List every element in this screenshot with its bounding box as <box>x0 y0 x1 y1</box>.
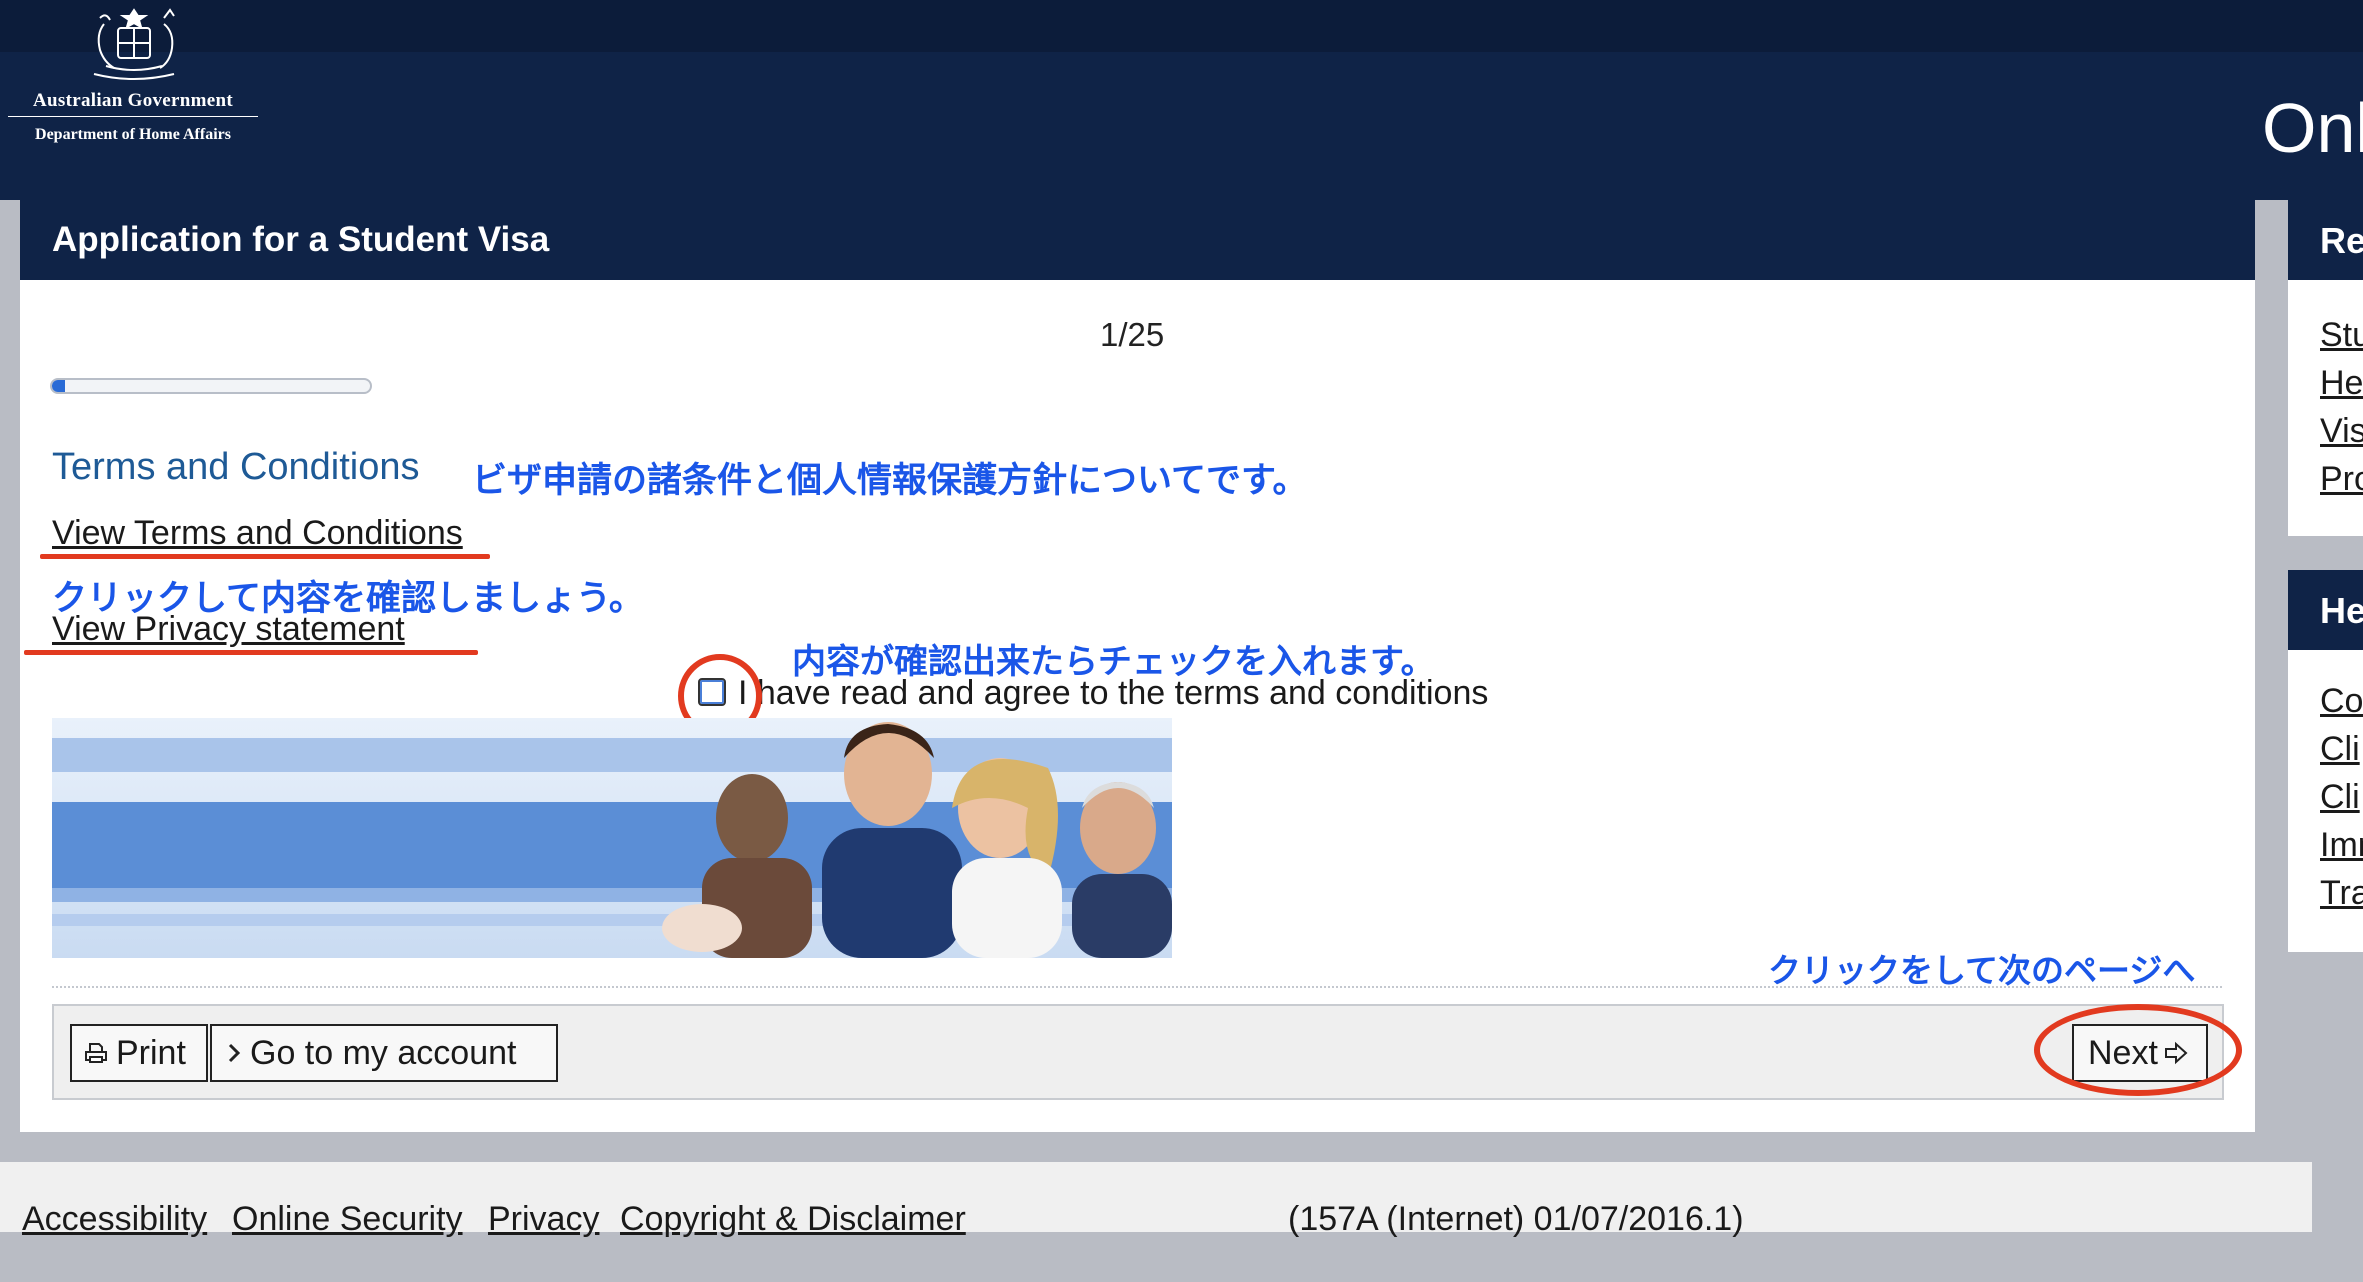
chevron-right-icon <box>226 1041 242 1065</box>
printer-icon <box>84 1041 108 1065</box>
sidebar-link[interactable]: He <box>2320 364 2363 403</box>
site-title: Onl <box>2262 89 2363 167</box>
footer-link-copyright[interactable]: Copyright & Disclaimer <box>620 1200 966 1239</box>
version-text: (157A (Internet) 01/07/2016.1) <box>1288 1200 1744 1238</box>
print-button[interactable]: Print <box>70 1024 208 1082</box>
annotation-heading-note: ビザ申請の諸条件と個人情報保護方針についてです。 <box>472 461 1308 500</box>
view-privacy-link[interactable]: View Privacy statement <box>52 610 405 649</box>
sidebar-panel-help-header: He <box>2288 570 2363 650</box>
highlight-circle-next <box>2034 1004 2242 1096</box>
view-terms-link[interactable]: View Terms and Conditions <box>52 514 463 553</box>
sidebar-link[interactable]: Cli <box>2320 778 2360 817</box>
page-counter: 1/25 <box>1100 316 1165 353</box>
annotation-next-note: クリックをして次のページへ <box>1768 952 2196 989</box>
footer: Accessibility Online Security Privacy Co… <box>0 1162 2312 1238</box>
sidebar-link[interactable]: Vis <box>2320 412 2363 451</box>
button-bar: Print Go to my account Next <box>52 1004 2224 1100</box>
form-title: Application for a Student Visa <box>52 220 550 259</box>
section-heading: Terms and Conditions <box>52 446 420 488</box>
government-logo: Australian Government Department of Home… <box>8 4 258 154</box>
top-banner-strip <box>0 0 2363 52</box>
sidebar-panel-help-title: He <box>2320 590 2363 631</box>
sidebar-link[interactable]: Pro <box>2320 460 2363 499</box>
sidebar-panel-help: He Co Cli Cli Imm Tra <box>2288 570 2363 952</box>
sidebar-panel-related-title: Re <box>2320 220 2363 261</box>
coat-of-arms-icon <box>93 8 175 80</box>
footer-link-online-security[interactable]: Online Security <box>232 1200 463 1239</box>
banner-image <box>52 718 1172 958</box>
banner-people-illustration <box>52 718 1172 958</box>
highlight-underline-privacy <box>24 650 478 655</box>
footer-link-accessibility[interactable]: Accessibility <box>22 1200 207 1239</box>
sidebar-link[interactable]: Co <box>2320 682 2363 721</box>
highlight-underline-terms <box>40 554 490 559</box>
form-header-bar: Application for a Student Visa <box>20 200 2255 280</box>
go-to-account-button[interactable]: Go to my account <box>210 1024 558 1082</box>
footer-link-privacy[interactable]: Privacy <box>488 1200 599 1239</box>
sidebar-panel-related-header: Re <box>2288 200 2363 280</box>
sidebar-link[interactable]: Tra <box>2320 874 2363 913</box>
sidebar-link[interactable]: Cli <box>2320 730 2360 769</box>
progress-bar <box>50 378 372 394</box>
section-divider <box>52 986 2222 988</box>
sidebar-link[interactable]: Imm <box>2320 826 2363 865</box>
sidebar-panel-related: Re Stu He Vis Pro <box>2288 200 2363 536</box>
logo-line-government: Australian Government <box>8 90 258 117</box>
sidebar-link[interactable]: Stu <box>2320 316 2363 355</box>
print-label: Print <box>116 1033 186 1072</box>
agree-label[interactable]: I have read and agree to the terms and c… <box>738 674 1488 713</box>
logo-line-department: Department of Home Affairs <box>35 126 231 143</box>
progress-bar-fill <box>52 380 65 392</box>
go-to-account-label: Go to my account <box>250 1033 517 1072</box>
